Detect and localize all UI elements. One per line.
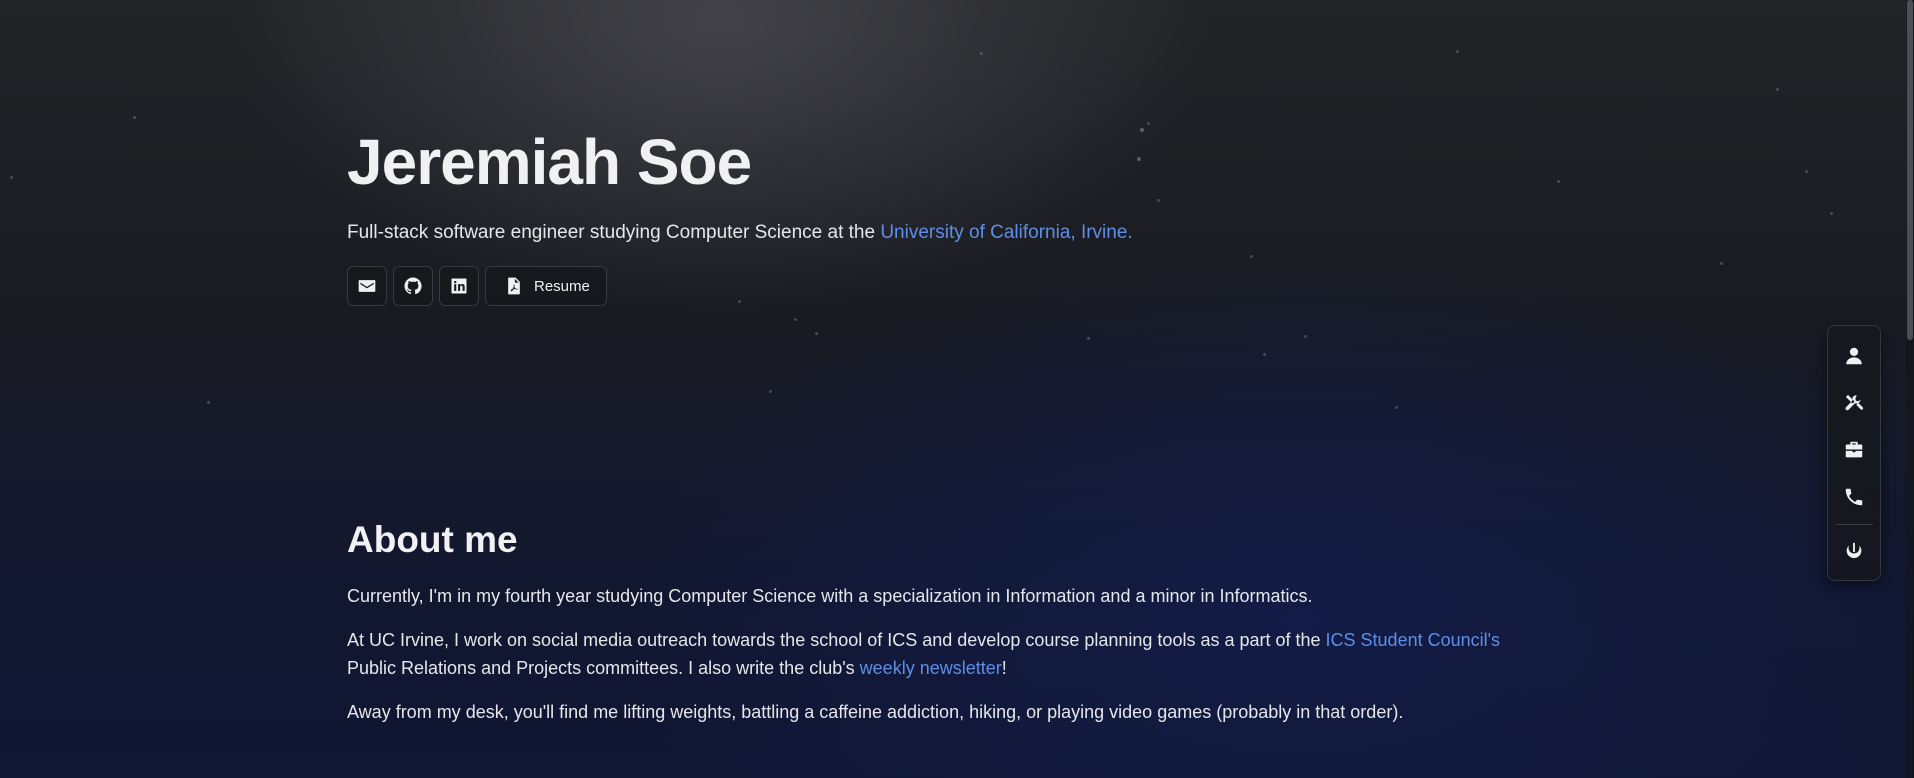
- tagline-text: Full-stack software engineer studying Co…: [347, 222, 881, 243]
- nav-divider: [1835, 524, 1873, 525]
- star-dot: [1304, 335, 1307, 338]
- star-dot: [1250, 255, 1253, 258]
- star-dot: [815, 332, 818, 335]
- linkedin-button[interactable]: [439, 266, 479, 306]
- nav-power-button[interactable]: [1834, 533, 1874, 572]
- star-dot: [1157, 199, 1160, 202]
- about-paragraph: At UC Irvine, I work on social media out…: [347, 626, 1547, 682]
- side-navigation: [1827, 325, 1881, 581]
- about-text: Public Relations and Projects committees…: [347, 658, 860, 678]
- about-text: !: [1001, 658, 1007, 678]
- star-dot: [1720, 262, 1723, 265]
- social-links: Resume: [347, 266, 1133, 306]
- about-paragraph: Currently, I'm in my fourth year studyin…: [347, 586, 1313, 606]
- briefcase-icon: [1845, 441, 1863, 457]
- star-dot: [1805, 170, 1808, 173]
- about-text: At UC Irvine, I work on social media out…: [347, 630, 1326, 650]
- pdf-file-icon: [508, 277, 520, 295]
- phone-icon: [1845, 488, 1863, 505]
- star-dot: [133, 116, 136, 119]
- page-scrollbar[interactable]: [1906, 0, 1914, 778]
- star-dot: [1395, 406, 1398, 409]
- star-dot: [10, 176, 13, 179]
- hero-section: Jeremiah Soe Full-stack software enginee…: [347, 118, 1133, 306]
- star-dot: [207, 401, 210, 404]
- star-dot: [1456, 50, 1459, 53]
- star-dot: [1147, 122, 1150, 125]
- about-paragraph: Away from my desk, you'll find me liftin…: [347, 702, 1404, 722]
- nav-about-button[interactable]: [1834, 336, 1874, 375]
- uci-link[interactable]: University of California, Irvine.: [880, 222, 1132, 243]
- star-dot: [1140, 128, 1144, 132]
- envelope-icon: [358, 280, 376, 292]
- star-dot: [1830, 212, 1833, 215]
- scrollbar-thumb[interactable]: [1907, 0, 1913, 340]
- star-dot: [1776, 88, 1779, 91]
- star-dot: [1137, 157, 1141, 161]
- person-icon: [1846, 347, 1862, 364]
- nav-skills-button[interactable]: [1834, 383, 1874, 422]
- about-section: About me Currently, I'm in my fourth yea…: [347, 516, 1547, 726]
- weekly-newsletter-link[interactable]: weekly newsletter: [860, 658, 1002, 678]
- resume-label: Resume: [534, 277, 590, 295]
- power-icon: [1846, 543, 1862, 559]
- star-dot: [1263, 353, 1266, 356]
- tools-icon: [1845, 394, 1864, 410]
- about-heading: About me: [347, 519, 518, 560]
- resume-button[interactable]: Resume: [485, 266, 607, 306]
- linkedin-icon: [451, 278, 467, 294]
- star-dot: [769, 390, 772, 393]
- hero-name: Jeremiah Soe: [347, 126, 752, 198]
- hero-tagline: Full-stack software engineer studying Co…: [347, 220, 1133, 246]
- star-dot: [1557, 180, 1560, 183]
- star-dot: [1087, 337, 1090, 340]
- email-button[interactable]: [347, 266, 387, 306]
- star-dot: [980, 52, 983, 55]
- nav-experience-button[interactable]: [1834, 430, 1874, 469]
- star-dot: [794, 318, 797, 321]
- ics-student-council-link[interactable]: ICS Student Council's: [1326, 630, 1501, 650]
- nav-contact-button[interactable]: [1834, 477, 1874, 516]
- github-button[interactable]: [393, 266, 433, 306]
- github-icon: [404, 277, 422, 295]
